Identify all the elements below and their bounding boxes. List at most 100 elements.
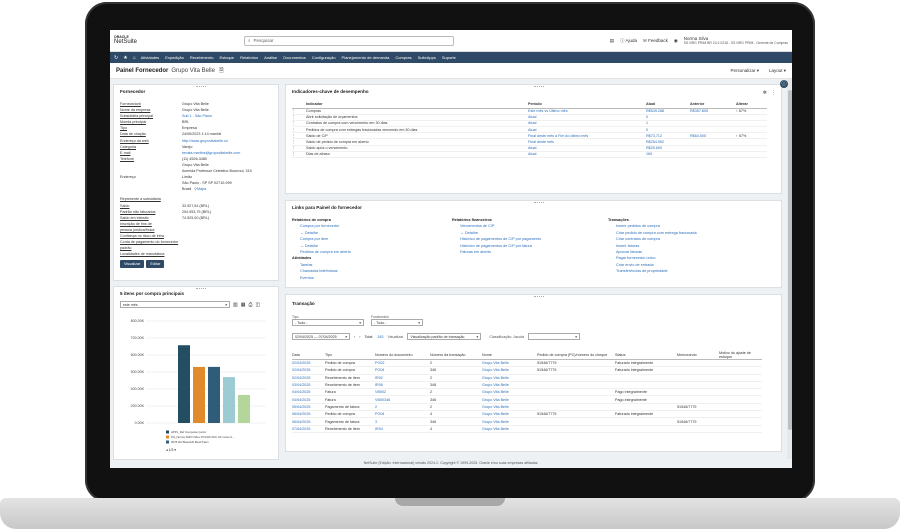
kpi-cell-cur[interactable]: 160 <box>646 151 690 159</box>
link-item[interactable]: Histórico de pagamentos de C/P por pagam… <box>452 236 541 242</box>
search-input[interactable]: ⌕ Pesquisar <box>244 35 454 46</box>
drag-handle[interactable] <box>533 296 544 297</box>
nav-item[interactable]: Estoque <box>219 55 234 60</box>
transactions-cell[interactable]: Grupo Vita Belle <box>482 410 537 419</box>
netsuite-logo[interactable]: ORACLE NetSuite <box>114 35 154 45</box>
more-menu-icon[interactable]: ⋮ <box>771 90 776 96</box>
drag-handle[interactable] <box>196 288 206 289</box>
transactions-cell[interactable]: Grupo Vita Belle <box>482 374 537 382</box>
transactions-cell[interactable]: 3 <box>375 417 430 426</box>
transactions-cell[interactable]: Grupo Vita Belle <box>482 381 537 390</box>
nav-item[interactable]: Suporte <box>442 55 456 60</box>
link-item[interactable]: Transferências de propriedade <box>608 268 697 274</box>
drag-handle[interactable] <box>196 86 206 87</box>
transactions-cell[interactable]: PO02 <box>375 359 430 368</box>
kpi-row-menu-icon[interactable]: ⋮ <box>292 151 306 159</box>
feedback-link[interactable]: ✉ Feedback <box>643 38 668 44</box>
chart-bar[interactable] <box>208 366 220 423</box>
legend-label[interactable]: HPPL_Ref Composter junior <box>171 430 206 434</box>
nav-item[interactable]: Compras <box>395 55 411 60</box>
classification-select[interactable]: ▾ <box>528 333 580 340</box>
nav-item[interactable]: Atividades <box>141 55 159 60</box>
next-page-icon[interactable]: › <box>359 335 360 339</box>
transactions-cell[interactable]: 02/04/2025 <box>292 366 325 375</box>
user-menu[interactable]: Norma Silva SS NRG PRIM BR 24.2.0218 - S… <box>684 36 788 45</box>
transactions-cell[interactable]: VB002 <box>375 388 430 397</box>
transactions-header-cell[interactable]: Nome <box>482 351 537 360</box>
transactions-header-cell[interactable]: Memorando <box>677 351 719 360</box>
scrollbar-thumb[interactable] <box>787 90 792 430</box>
transactions-header-cell[interactable]: Número da transação <box>430 351 482 360</box>
transactions-cell[interactable]: Grupo Vita Belle <box>482 395 537 404</box>
legend-pager[interactable]: ◂ 1/3 ▾ <box>166 448 176 452</box>
nav-item[interactable]: SuiteApps <box>418 55 436 60</box>
transactions-cell[interactable]: PO04 <box>375 410 430 419</box>
transactions-cell[interactable]: Grupo Vita Belle <box>482 388 537 397</box>
bar-chart-icon[interactable]: ▥ <box>233 302 238 308</box>
nav-item[interactable]: Configuração <box>312 55 336 60</box>
transactions-cell[interactable]: 03/04/2025 <box>292 381 325 390</box>
recent-records-icon[interactable]: ▤ <box>610 38 614 44</box>
transactions-cell[interactable]: 2 <box>375 403 430 412</box>
prev-page-icon[interactable]: ‹ <box>354 335 355 339</box>
transactions-cell[interactable]: 06/04/2025 <box>292 417 325 426</box>
nav-item[interactable]: Recebimento <box>190 55 214 60</box>
info-icon[interactable]: ⓘ <box>780 80 788 88</box>
nav-item[interactable]: Análise <box>264 55 277 60</box>
personalize-button[interactable]: Personalizar ▾ <box>730 68 759 74</box>
legend-label[interactable]: 0078 Ref Beaufolk Bead Talon <box>171 440 209 444</box>
transactions-cell[interactable]: IR06 <box>375 381 430 390</box>
transactions-header-cell[interactable]: Número do documento <box>375 351 430 360</box>
transactions-cell[interactable]: PO04 <box>375 366 430 375</box>
type-filter-select[interactable]: - Tudo - ▾ <box>292 319 364 326</box>
transactions-cell[interactable]: IR04 <box>375 425 430 433</box>
transactions-cell[interactable]: Grupo Vita Belle <box>482 359 537 368</box>
document-icon[interactable]: 🗎 <box>219 66 224 76</box>
help-link[interactable]: ⓘ Ajuda <box>620 38 637 44</box>
transactions-cell[interactable]: Grupo Vita Belle <box>482 403 537 412</box>
transactions-header-cell[interactable]: Data <box>292 351 325 360</box>
transactions-cell[interactable]: 07/04/2025 <box>292 425 325 433</box>
link-item[interactable]: Eventos <box>292 275 351 281</box>
transactions-cell[interactable]: 02/04/2025 <box>292 374 325 382</box>
edit-button[interactable]: Editar <box>146 260 165 269</box>
settings-icon[interactable]: ✲ <box>763 90 767 96</box>
home-icon[interactable]: ⌂ <box>133 55 136 61</box>
back-icon[interactable]: ↻ <box>114 55 118 61</box>
transactions-cell[interactable]: 04/04/2025 <box>292 388 325 397</box>
period-select[interactable]: este mês ▾ <box>120 301 230 308</box>
drag-handle[interactable] <box>533 202 544 203</box>
star-icon[interactable]: ★ <box>123 55 127 61</box>
print-icon[interactable]: ⎙ <box>248 302 252 308</box>
user-icon[interactable]: ◉ <box>674 38 678 44</box>
nav-item[interactable]: Expedição <box>165 55 184 60</box>
employee-filter-select[interactable]: - Tudo - ▾ <box>371 319 423 326</box>
transactions-header-cell[interactable]: Tipo <box>325 351 375 360</box>
transactions-cell[interactable]: 04/04/2025 <box>292 395 325 404</box>
total-count[interactable]: 183 <box>377 335 383 339</box>
transactions-cell[interactable]: Grupo Vita Belle <box>482 425 537 433</box>
transactions-cell[interactable]: 05/04/2025 <box>292 403 325 412</box>
transactions-cell[interactable]: VB00346 <box>375 395 430 404</box>
kpi-cell-prev[interactable] <box>690 151 736 159</box>
drag-handle[interactable] <box>533 86 544 87</box>
link-item[interactable]: Faturas em aberto <box>452 249 541 255</box>
nav-item[interactable]: Relatórios <box>240 55 258 60</box>
chart-bar[interactable] <box>223 377 235 423</box>
transactions-header-cell[interactable]: Pedido de compra (PC)/número do cheque <box>537 351 615 360</box>
transactions-cell[interactable]: 02/04/2025 <box>292 359 325 368</box>
view-button[interactable]: Visualizar <box>120 260 145 269</box>
more-icon[interactable]: ◫ <box>255 302 260 308</box>
date-range-select[interactable]: 02/04/2025 — 07/04/2025 ▾ <box>292 333 350 340</box>
transactions-header-cell[interactable]: Status <box>615 351 677 360</box>
transactions-cell[interactable]: IR02 <box>375 374 430 382</box>
transactions-cell[interactable]: 06/04/2025 <box>292 410 325 419</box>
map-link[interactable]: ⚲Mapa <box>194 186 206 192</box>
nav-item[interactable]: Planejamento de demanda <box>342 55 390 60</box>
legend-label[interactable]: PH_Norma Silk5 O-Box PCSHS Roll; HF Coto… <box>171 435 235 439</box>
table-view-icon[interactable]: ▦ <box>241 302 246 308</box>
kpi-cell-per[interactable]: Atual <box>528 151 646 159</box>
supplier-field-label[interactable]: Localidades de manufatura <box>120 251 182 257</box>
transactions-cell[interactable]: Grupo Vita Belle <box>482 366 537 375</box>
chart-bar[interactable] <box>193 366 205 423</box>
